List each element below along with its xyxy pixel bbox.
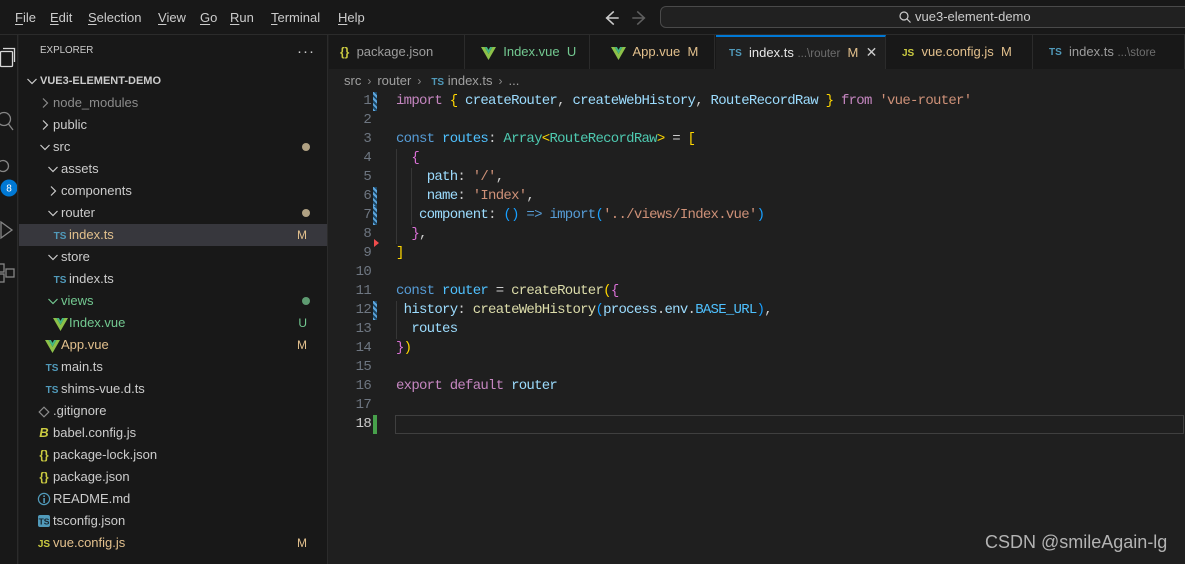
svg-text:TS: TS <box>39 517 50 527</box>
svg-text:8: 8 <box>6 184 12 195</box>
